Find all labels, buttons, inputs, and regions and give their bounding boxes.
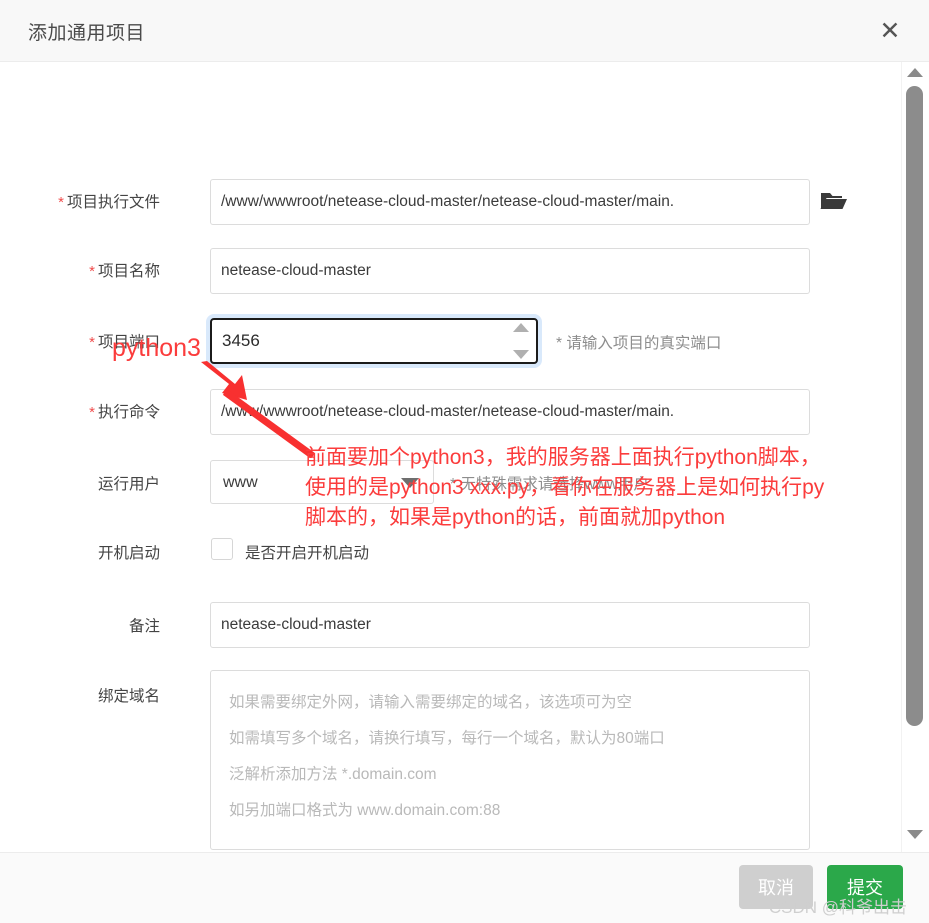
run-user-select[interactable]: www [210,460,434,504]
project-port-stepper[interactable] [210,318,538,364]
label-exec-file: * 项目执行文件 [0,190,160,212]
dialog-header: 添加通用项目 ✕ [0,0,929,62]
project-port-hint: * 请输入项目的真实端口 [556,335,722,352]
dialog-screen: 添加通用项目 ✕ *项目执行文件 *项目名称 *项目端口 [0,0,929,923]
label-run-user: 运行用户 [0,472,160,494]
spinner-group[interactable] [510,323,532,359]
label-exec-command: * 执行命令 [0,400,160,422]
label-text: 备注 [128,618,160,635]
project-port-input[interactable] [212,320,508,362]
label-boot-start: 开机启动 [0,541,160,563]
scrollbar-up-icon[interactable] [907,68,923,77]
remark-input[interactable] [210,602,810,648]
label-project-port: * 项目端口 [0,330,160,352]
project-name-input[interactable] [210,248,810,294]
bind-domain-placeholder-line-4: 如另加端口格式为 www.domain.com:88 [229,802,501,819]
label-text: 执行命令 [97,404,160,421]
label-text: 项目名称 [97,263,160,280]
bind-domain-placeholder-line-2: 如需填写多个域名，请换行填写，每行一个域名，默认为80端口 [229,730,665,747]
exec-command-input[interactable] [210,389,810,435]
label-text: 项目端口 [97,334,160,351]
label-bind-domain: 绑定域名 [0,684,160,706]
scrollbar-down-icon[interactable] [907,830,923,839]
folder-icon[interactable] [820,189,848,218]
required-mark: * [58,194,64,211]
spinner-up-icon[interactable] [513,323,529,332]
run-user-value: www [223,474,258,491]
label-remark: 备注 [0,614,160,636]
label-project-name: * 项目名称 [0,259,160,281]
bind-domain-placeholder-line-3: 泛解析添加方法 *.domain.com [229,766,437,783]
close-icon[interactable]: ✕ [873,14,907,48]
boot-start-checkbox[interactable] [211,538,233,560]
bind-domain-placeholder-line-1: 如果需要绑定外网，请输入需要绑定的域名，该选项可为空 [229,694,633,711]
dialog-body: *项目执行文件 *项目名称 *项目端口 * 请输入项目的真实端口 [0,62,929,852]
required-mark: * [89,404,95,421]
chevron-down-icon[interactable] [401,478,419,488]
scrollbar-thumb[interactable] [906,86,923,726]
exec-file-input[interactable] [210,179,810,225]
run-user-hint: * 无特殊需求请选择www用户 [450,476,649,493]
required-mark: * [89,334,95,351]
label-text: 绑定域名 [97,688,160,705]
watermark: CSDN @科爷出击 [768,898,907,917]
bind-domain-textarea[interactable]: 如果需要绑定外网，请输入需要绑定的域名，该选项可为空 如需填写多个域名，请换行填… [210,670,810,850]
label-text: 运行用户 [97,476,160,493]
page-title: 添加通用项目 [28,23,146,44]
spinner-down-icon[interactable] [513,350,529,359]
required-mark: * [89,263,95,280]
boot-start-checkbox-label[interactable]: 是否开启开机启动 [245,541,369,563]
label-text: 开机启动 [97,545,160,562]
label-text: 项目执行文件 [66,194,160,211]
scrollbar-track[interactable] [901,62,929,852]
